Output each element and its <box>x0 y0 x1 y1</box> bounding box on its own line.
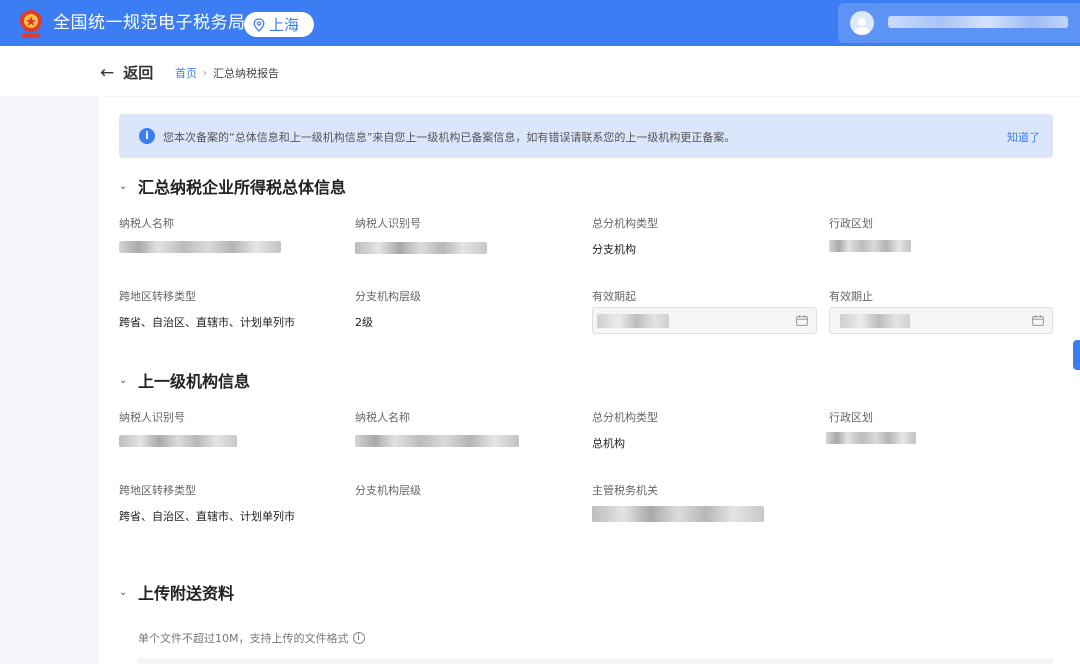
field-label: 行政区划 <box>829 411 873 424</box>
field-label: 总分机构类型 <box>592 411 658 424</box>
field-label: 跨地区转移类型 <box>119 290 196 303</box>
upload-hint-text: 单个文件不超过10M，支持上传的文件格式 <box>138 632 349 645</box>
back-button[interactable]: ← 返回 <box>100 62 153 83</box>
field-label: 行政区划 <box>829 217 873 230</box>
region-label: 上海 <box>269 16 300 34</box>
field-label: 主管税务机关 <box>592 484 658 497</box>
field-label: 总分机构类型 <box>592 217 658 230</box>
site-title: 全国统一规范电子税务局 <box>53 13 246 33</box>
upload-area[interactable] <box>138 658 1053 664</box>
taxpayer-id-redacted <box>355 242 487 254</box>
back-arrow-icon: ← <box>100 62 115 83</box>
user-avatar-icon <box>850 11 874 35</box>
top-navigation-bar: 全国统一规范电子税务局 上海 <box>0 0 1080 46</box>
tax-emblem-icon <box>20 10 42 38</box>
parent-taxpayer-name-redacted <box>355 435 519 447</box>
info-icon: i <box>139 128 155 144</box>
field-label: 纳税人识别号 <box>355 217 421 230</box>
location-pin-icon <box>253 17 265 32</box>
user-menu[interactable] <box>838 3 1080 43</box>
section-title: 上一级机构信息 <box>138 372 251 391</box>
field-label: 跨地区转移类型 <box>119 484 196 497</box>
tax-authority-redacted <box>592 506 764 522</box>
breadcrumb-home-link[interactable]: 首页 <box>175 65 197 81</box>
chevron-down-icon: ⌄ <box>119 374 128 386</box>
upload-hint: 单个文件不超过10M，支持上传的文件格式 i <box>138 630 365 646</box>
field-label: 纳税人识别号 <box>119 411 185 424</box>
section-title: 上传附送资料 <box>138 584 235 603</box>
field-label: 纳税人名称 <box>355 411 410 424</box>
parent-admin-region-redacted <box>826 432 916 444</box>
dismiss-notice-link[interactable]: 知道了 <box>1007 129 1040 145</box>
calendar-icon <box>1032 315 1044 326</box>
field-label: 分支机构层级 <box>355 484 421 497</box>
section-upload-header[interactable]: ⌄ 上传附送资料 <box>119 580 234 604</box>
taxpayer-name-redacted <box>119 241 281 253</box>
chevron-down-icon: ⌄ <box>119 586 128 598</box>
user-name-redacted <box>888 16 1068 28</box>
date-value-redacted <box>840 314 910 328</box>
field-value: 总机构 <box>592 437 625 450</box>
calendar-icon <box>796 315 808 326</box>
chevron-down-icon: ⌄ <box>119 180 128 192</box>
breadcrumb: 首页 › 汇总纳税报告 <box>175 65 279 81</box>
field-value: 分支机构 <box>592 243 636 256</box>
parent-taxpayer-id-redacted <box>119 435 237 447</box>
field-value: 跨省、自治区、直辖市、计划单列市 <box>119 510 295 523</box>
side-floating-tab[interactable] <box>1073 340 1080 370</box>
help-icon[interactable]: i <box>352 632 365 644</box>
notice-message: 您本次备案的“总体信息和上一级机构信息”来自您上一级机构已备案信息，如有错误请联… <box>163 131 736 144</box>
field-label: 纳税人名称 <box>119 217 174 230</box>
valid-from-date-input[interactable] <box>592 307 817 334</box>
breadcrumb-bar: ← 返回 首页 › 汇总纳税报告 <box>0 46 1080 96</box>
admin-region-redacted <box>829 240 911 252</box>
region-selector[interactable]: 上海 <box>244 12 314 37</box>
breadcrumb-separator: › <box>203 67 207 79</box>
info-notice: i 您本次备案的“总体信息和上一级机构信息”来自您上一级机构已备案信息，如有错误… <box>119 114 1053 158</box>
date-value-redacted <box>597 314 669 328</box>
breadcrumb-current: 汇总纳税报告 <box>213 67 279 80</box>
field-value: 2级 <box>355 316 373 329</box>
valid-to-date-input[interactable] <box>829 307 1053 334</box>
section-parent-org-header[interactable]: ⌄ 上一级机构信息 <box>119 368 250 392</box>
back-label: 返回 <box>123 64 154 82</box>
field-value: 跨省、自治区、直辖市、计划单列市 <box>119 316 295 329</box>
field-label: 有效期起 <box>592 290 636 303</box>
field-label: 分支机构层级 <box>355 290 421 303</box>
section-overall-info-header[interactable]: ⌄ 汇总纳税企业所得税总体信息 <box>119 174 346 198</box>
field-label: 有效期止 <box>829 290 873 303</box>
section-title: 汇总纳税企业所得税总体信息 <box>138 178 347 197</box>
